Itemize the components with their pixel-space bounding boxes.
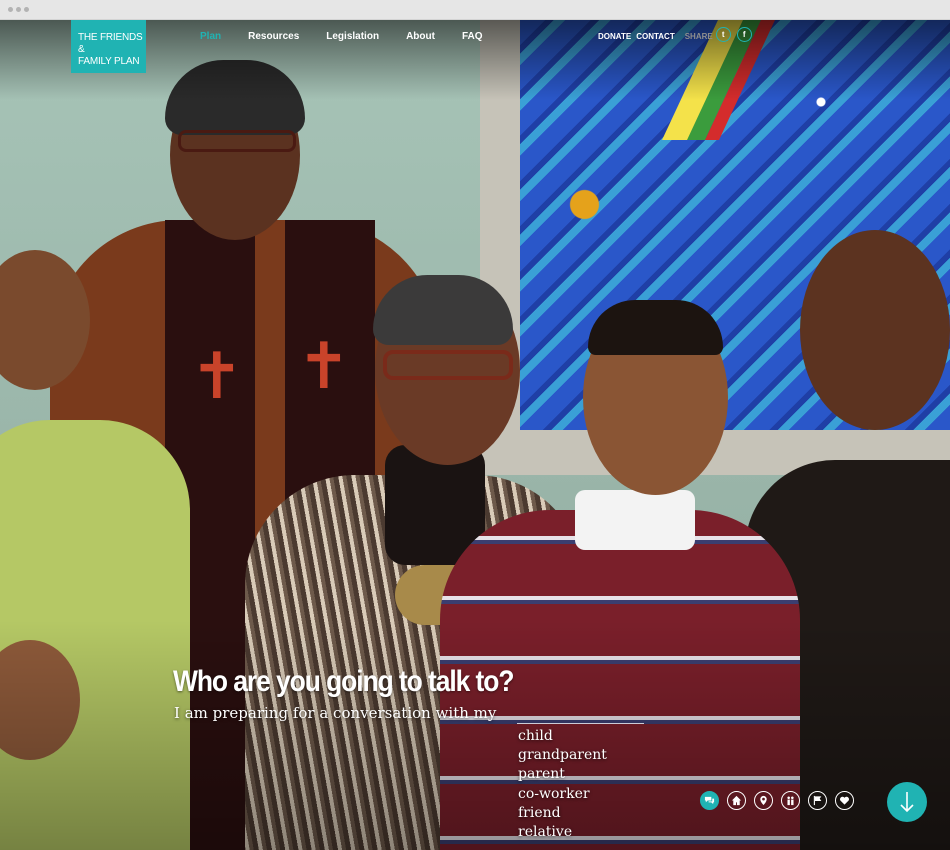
main-nav: Plan Resources Legislation About FAQ	[200, 31, 483, 42]
option-grandparent[interactable]: grandparent	[518, 746, 607, 765]
arrow-down-icon	[900, 792, 914, 813]
option-parent[interactable]: parent	[518, 765, 607, 784]
conversation-icon[interactable]	[700, 791, 719, 810]
window-control-dot[interactable]	[16, 7, 21, 12]
bottom-shade	[0, 620, 950, 850]
nav-item-resources[interactable]: Resources	[248, 31, 299, 42]
answer-blank-line	[517, 723, 644, 724]
logo-line-1: THE FRIENDS &	[78, 32, 143, 55]
hero-headline: Who are you going to talk to?	[173, 665, 514, 698]
donate-link[interactable]: DONATE	[598, 32, 631, 41]
utility-nav: DONATE CONTACT SHARE t f	[598, 27, 752, 42]
flag-icon[interactable]	[808, 791, 827, 810]
share-label: SHARE	[684, 32, 713, 41]
twitter-icon[interactable]: t	[715, 27, 731, 42]
logo-line-2: FAMILY PLAN	[78, 56, 140, 67]
option-child[interactable]: child	[518, 727, 607, 746]
nav-item-about[interactable]: About	[406, 31, 435, 42]
hero-subline: I am preparing for a conversation with m…	[174, 704, 497, 722]
relationship-options: child grandparent parent co-worker frien…	[518, 727, 607, 842]
people-icon[interactable]	[781, 791, 800, 810]
section-icon-nav	[700, 791, 854, 810]
window-control-dot[interactable]	[8, 7, 13, 12]
heart-icon[interactable]	[835, 791, 854, 810]
location-pin-icon[interactable]	[754, 791, 773, 810]
option-friend[interactable]: friend	[518, 804, 607, 823]
option-co-worker[interactable]: co-worker	[518, 785, 607, 804]
facebook-icon[interactable]: f	[736, 27, 752, 42]
contact-link[interactable]: CONTACT	[636, 32, 675, 41]
nav-item-faq[interactable]: FAQ	[462, 31, 483, 42]
home-icon[interactable]	[727, 791, 746, 810]
window-control-dot[interactable]	[24, 7, 29, 12]
scroll-down-button[interactable]	[887, 782, 927, 822]
site-logo[interactable]: THE FRIENDS & FAMILY PLAN	[71, 20, 146, 73]
option-relative[interactable]: relative	[518, 823, 607, 842]
nav-item-legislation[interactable]: Legislation	[326, 31, 379, 42]
nav-item-plan[interactable]: Plan	[200, 31, 221, 42]
browser-chrome	[0, 0, 950, 20]
